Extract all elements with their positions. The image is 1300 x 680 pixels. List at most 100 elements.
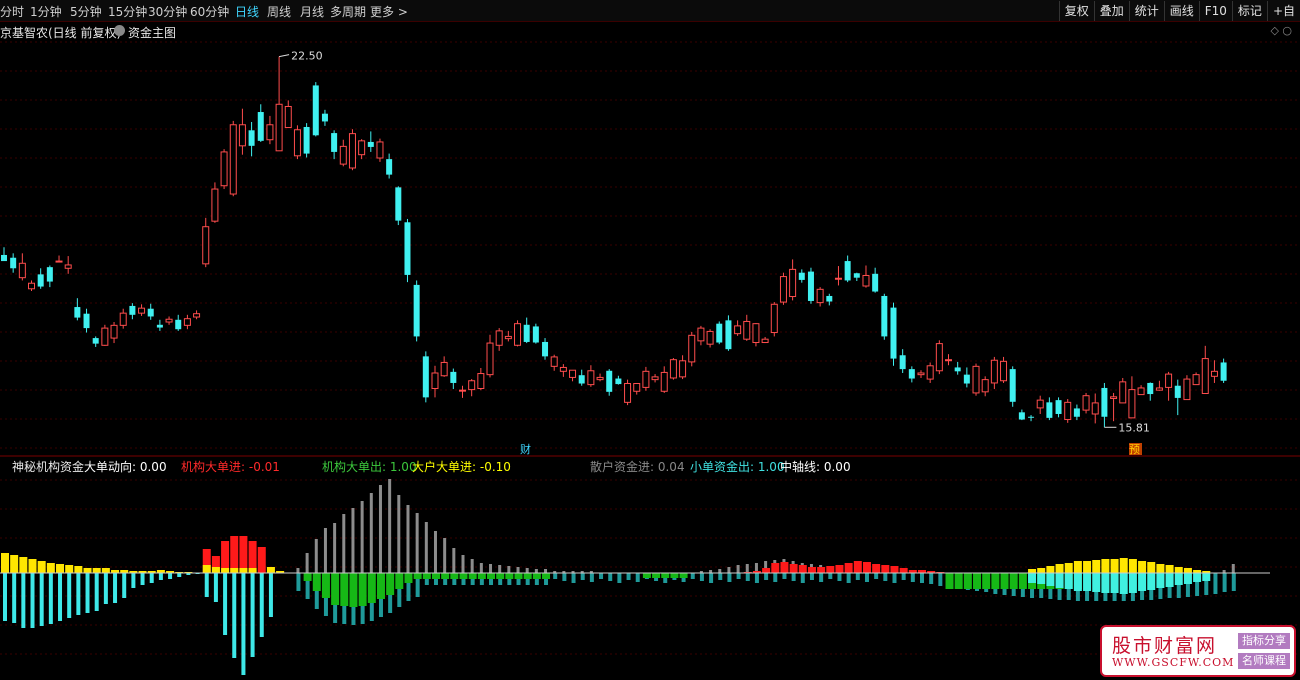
hist-inst-out bbox=[973, 573, 982, 589]
hist-big-in bbox=[37, 561, 46, 573]
hist-big-in bbox=[46, 563, 55, 573]
hist-inst-out-line bbox=[699, 573, 704, 581]
candle-body-up bbox=[238, 124, 246, 147]
candle-body-down bbox=[147, 308, 154, 317]
hist-big-in bbox=[1073, 561, 1082, 573]
indicator-legend-5: 小单资金出: 1.00 bbox=[690, 460, 785, 474]
hist-retail-in bbox=[351, 508, 355, 573]
candle-body-down bbox=[395, 187, 402, 221]
hist-inst-out-line bbox=[855, 573, 860, 580]
hist-inst-out-line bbox=[617, 573, 622, 583]
hist-small-out bbox=[113, 573, 118, 603]
timeframe-tab-7[interactable]: 周线 bbox=[267, 3, 291, 20]
candle-body-up bbox=[211, 188, 219, 222]
candle-body-up bbox=[981, 379, 989, 393]
stock-title: 京基智农(日线 前复权) bbox=[0, 26, 122, 40]
candle-body-down bbox=[367, 141, 374, 147]
candle-body-up bbox=[834, 277, 842, 280]
hist-inst-out-line bbox=[727, 573, 732, 582]
hist-inst-in bbox=[835, 565, 844, 573]
candle-body-up bbox=[193, 313, 201, 318]
hist-retail-in bbox=[736, 565, 740, 573]
dropdown-circle-icon[interactable] bbox=[114, 25, 125, 36]
hist-big-in bbox=[1147, 562, 1156, 573]
hist-inst-out-line bbox=[910, 573, 915, 582]
hist-retail-in bbox=[544, 569, 548, 573]
window-control-icons[interactable]: ◇ ○ bbox=[1270, 24, 1292, 37]
hist-retail-in bbox=[388, 479, 392, 573]
toolbar-button-5[interactable]: 标记 bbox=[1231, 1, 1267, 21]
timeframe-tab-8[interactable]: 月线 bbox=[300, 3, 324, 20]
toolbar-button-2[interactable]: 统计 bbox=[1128, 1, 1164, 21]
timeframe-tab-1[interactable]: 1分钟 bbox=[30, 3, 62, 20]
candle-body-up bbox=[1210, 370, 1218, 377]
hist-big-in bbox=[1183, 568, 1192, 573]
logo-url: WWW.GSCFW.COM bbox=[1112, 656, 1235, 669]
hist-inst-out-line bbox=[819, 573, 824, 582]
hist-small-out bbox=[1055, 573, 1064, 588]
hist-inst-out-line bbox=[1231, 573, 1236, 591]
toolbar-button-1[interactable]: 叠加 bbox=[1093, 1, 1129, 21]
candle-body-up bbox=[779, 276, 787, 303]
hist-small-out bbox=[21, 573, 26, 628]
timeframe-tab-2[interactable]: 5分钟 bbox=[70, 3, 102, 20]
indicator-legend-2: 机构大单出: 1.00 bbox=[322, 460, 417, 474]
hist-inst-out-line bbox=[709, 573, 714, 583]
hist-inst-in bbox=[899, 568, 908, 573]
timeframe-tab-4[interactable]: 30分钟 bbox=[148, 3, 187, 20]
hist-inst-out bbox=[514, 573, 523, 579]
hist-small-out bbox=[149, 573, 154, 583]
hist-inst-out bbox=[303, 573, 312, 581]
hist-inst-out-line bbox=[864, 573, 869, 582]
timeframe-tab-6[interactable]: 日线 bbox=[235, 3, 259, 20]
candle-body-down bbox=[248, 130, 255, 146]
candle-body-down bbox=[175, 319, 182, 330]
hist-big-in bbox=[74, 566, 83, 573]
timeframe-tab-10[interactable]: 更多 > bbox=[370, 3, 408, 20]
hist-inst-out bbox=[487, 573, 496, 579]
hist-retail-in bbox=[461, 555, 465, 573]
candle-body-up bbox=[559, 366, 567, 372]
hist-retail-in bbox=[415, 513, 419, 573]
hist-small-out bbox=[1037, 573, 1046, 584]
hist-inst-out-line bbox=[800, 573, 805, 583]
hist-inst-out-line bbox=[1222, 573, 1227, 592]
hist-inst-out bbox=[413, 573, 422, 579]
candle-body-up bbox=[633, 383, 641, 392]
candle-body-down bbox=[46, 267, 53, 282]
hist-inst-out bbox=[945, 573, 954, 589]
hist-inst-out-line bbox=[874, 573, 879, 579]
hist-inst-out-line bbox=[883, 573, 888, 581]
candle-body-down bbox=[1220, 362, 1227, 381]
hist-inst-out bbox=[367, 573, 376, 603]
toolbar-button-0[interactable]: 复权 bbox=[1058, 1, 1094, 21]
main-indicator-label[interactable]: 资金主图 bbox=[128, 24, 176, 41]
timeframe-tab-5[interactable]: 60分钟 bbox=[190, 3, 229, 20]
hist-big-in bbox=[239, 568, 248, 573]
toolbar-button-3[interactable]: 画线 bbox=[1163, 1, 1199, 21]
indicator-name[interactable]: 神秘机构资金 bbox=[12, 458, 84, 475]
candle-body-up bbox=[275, 103, 283, 152]
hist-inst-out-line bbox=[901, 573, 906, 580]
toolbar-button-6[interactable]: +自 bbox=[1266, 1, 1300, 21]
hist-retail-in bbox=[479, 563, 483, 573]
candle-body-up bbox=[945, 359, 953, 362]
hist-big-in bbox=[1064, 563, 1073, 573]
timeframe-tab-9[interactable]: 多周期 bbox=[330, 3, 366, 20]
candle-body-down bbox=[129, 305, 136, 315]
candle-body-up bbox=[138, 307, 146, 314]
candle-body-down bbox=[523, 324, 530, 342]
toolbar-button-4[interactable]: F10 bbox=[1198, 1, 1232, 21]
timeframe-tab-0[interactable]: 分时 bbox=[0, 3, 24, 20]
hist-small-out bbox=[3, 573, 7, 621]
hist-retail-in bbox=[378, 485, 382, 573]
candle-body-up bbox=[770, 303, 778, 334]
hist-big-in bbox=[56, 564, 65, 573]
timeframe-tab-3[interactable]: 15分钟 bbox=[108, 3, 147, 20]
candle-body-up bbox=[1192, 374, 1200, 386]
hist-small-out bbox=[39, 573, 44, 626]
hist-small-out bbox=[268, 573, 273, 617]
candle-body-down bbox=[156, 324, 163, 328]
kline-chart[interactable]: 22.50 15.81 财 预 bbox=[0, 0, 1300, 680]
hist-small-out bbox=[103, 573, 108, 604]
